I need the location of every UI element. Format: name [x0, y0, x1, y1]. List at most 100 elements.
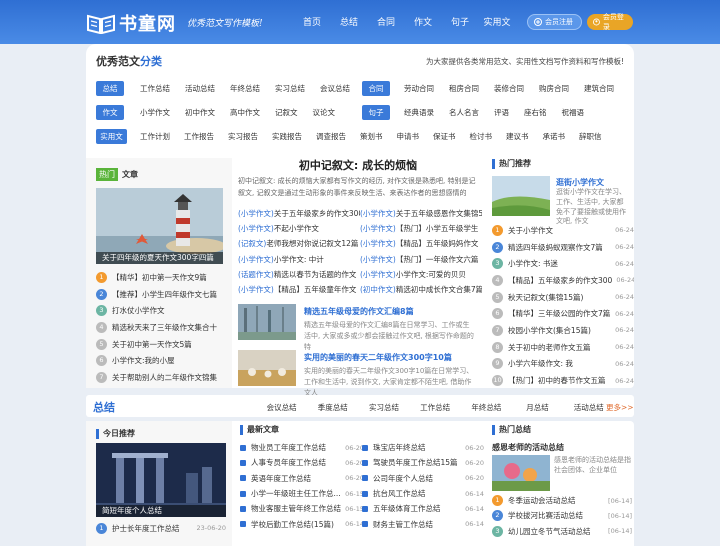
list-item[interactable]: 6 【精华】三年级公园的作文7篇 06-24	[492, 305, 634, 322]
flower-image[interactable]	[492, 455, 550, 491]
link-purchase-contract[interactable]: 购房合同	[539, 83, 569, 94]
nav-summary[interactable]: 总结	[329, 15, 369, 28]
article-title[interactable]: 实用的美丽的春天二年级作文300字10篇	[304, 352, 452, 363]
tag-practical[interactable]: 实用文	[96, 128, 127, 144]
link-year-end-summary[interactable]: 年终总结	[230, 83, 260, 94]
list-item[interactable]: 英语年度工作总结 06-20	[240, 471, 364, 486]
more-link[interactable]: 更多>>	[606, 402, 634, 413]
list-item[interactable]: 2 学校拔河比赛活动总结 [06-14]	[492, 508, 632, 523]
recommend-top-title[interactable]: 逛街小学作文	[556, 177, 604, 188]
link-commitment[interactable]: 承诺书	[543, 131, 566, 142]
register-button[interactable]: 会员注册	[527, 14, 582, 30]
field-image[interactable]	[238, 350, 296, 386]
list-item[interactable]: 2 精选四年级蚂蚁观察作文7篇 06-24	[492, 239, 634, 256]
site-logo[interactable]: 书童网	[86, 10, 176, 36]
link-motto[interactable]: 座右铭	[524, 107, 547, 118]
featured-link[interactable]: (小学作文) 【热门】一年级作文六篇	[360, 254, 482, 265]
featured-link[interactable]: (小学作文) 不起小学作文	[238, 223, 360, 234]
list-item[interactable]: 学校后勤工作总结(15篇) 06-14	[240, 516, 364, 531]
tag-essay[interactable]: 作文	[96, 104, 124, 120]
featured-link[interactable]: (小学作文) 【精品】五年级妈妈作文	[360, 238, 482, 249]
list-item[interactable]: 7 校园小学作文(集合15篇) 06-24	[492, 322, 634, 339]
link-decoration-contract[interactable]: 装修合同	[494, 83, 524, 94]
link-classic-quotes[interactable]: 经典语录	[404, 107, 434, 118]
featured-link[interactable]: (记叙文) 老师我想对你说记叙文12篇	[238, 238, 360, 249]
tag-summary[interactable]: 总结	[96, 80, 124, 96]
link-internship-report[interactable]: 实习报告	[228, 131, 258, 142]
link-plan-book[interactable]: 策划书	[360, 131, 383, 142]
lighthouse-image-caption[interactable]: 关于四年级的夏天作文300字四篇	[96, 252, 223, 264]
featured-link[interactable]: (小学作文) 小学作文:可爱的贝贝	[360, 269, 482, 280]
list-item[interactable]: 驾驶员年度工作总结15篇 06-20	[362, 455, 484, 470]
link-self-criticism[interactable]: 检讨书	[470, 131, 493, 142]
list-item[interactable]: 2 【推荐】小学生四年级作文七篇	[96, 286, 226, 303]
list-item[interactable]: 1 【精华】初中第一天作文9篇	[96, 269, 226, 286]
street-image[interactable]	[492, 176, 550, 216]
link-primary-essay[interactable]: 小学作文	[140, 107, 170, 118]
list-item[interactable]: 5 关于初中第一天作文5篇	[96, 336, 226, 353]
nav-contract[interactable]: 合同	[366, 15, 406, 28]
link-junior-essay[interactable]: 初中作文	[185, 107, 215, 118]
list-item[interactable]: 物业客服主管年终工作总结 06-15	[240, 501, 364, 516]
login-button[interactable]: 会员登录	[587, 13, 633, 31]
list-item[interactable]: 3 打水仗小学作文	[96, 302, 226, 319]
list-item[interactable]: 公司年度个人总结 06-20	[362, 471, 484, 486]
list-item[interactable]: 珠宝店年终总结 06-20	[362, 440, 484, 455]
link-meeting-summary[interactable]: 会议总结	[320, 83, 350, 94]
link-blessings[interactable]: 祝福语	[562, 107, 585, 118]
list-item[interactable]: 3 幼儿园立冬节气活动总结 [06-14]	[492, 524, 632, 539]
summary-link[interactable]: 月总结	[512, 402, 563, 413]
list-item[interactable]: 人事专员年度工作总结 06-20	[240, 455, 364, 470]
link-rent-contract[interactable]: 租房合同	[449, 83, 479, 94]
link-activity-summary[interactable]: 活动总结	[185, 83, 215, 94]
featured-link[interactable]: (小学作文) 关于五年级家乡的作文300	[238, 208, 360, 219]
summary-link[interactable]: 年终总结	[461, 402, 512, 413]
featured-link[interactable]: (初中作文) 精选初中成长作文合集7篇	[360, 284, 482, 295]
list-item[interactable]: 小学一年级班主任工作总... 06-15	[240, 486, 364, 501]
summary-link[interactable]: 会议总结	[256, 402, 307, 413]
link-senior-essay[interactable]: 高中作文	[230, 107, 260, 118]
link-proposal[interactable]: 建议书	[506, 131, 529, 142]
featured-link[interactable]: (小学作文) 小学作文: 中计	[238, 254, 360, 265]
featured-link[interactable]: (小学作文) 【精品】五年级童年作文	[238, 284, 360, 295]
list-item[interactable]: 1 护士长年度工作总结 23-06-20	[96, 520, 226, 537]
list-item[interactable]: 4 【精品】五年级家乡的作文300 06-24	[492, 272, 634, 289]
hot-summary-top-title[interactable]: 感恩老师的活动总结	[492, 442, 564, 453]
link-resignation[interactable]: 辞职信	[579, 131, 602, 142]
nav-essay[interactable]: 作文	[403, 15, 443, 28]
list-item[interactable]: 10 【热门】初中的春节作文五篇 06-24	[492, 372, 634, 389]
link-argumentative[interactable]: 议论文	[313, 107, 336, 118]
list-item[interactable]: 抗台风工作总结 06-14	[362, 486, 484, 501]
featured-link[interactable]: (小学作文) 关于五年级感恩作文集锦5	[360, 208, 482, 219]
link-famous-quotes[interactable]: 名人名言	[449, 107, 479, 118]
nav-practical[interactable]: 实用文	[477, 15, 517, 28]
list-item[interactable]: 9 小学六年级作文: 我 06-24	[492, 356, 634, 373]
forest-image[interactable]	[238, 304, 296, 340]
featured-link[interactable]: (话题作文) 精选以春节为话题的作文	[238, 269, 360, 280]
link-work-summary[interactable]: 工作总结	[140, 83, 170, 94]
list-item[interactable]: 财务主管工作总结 06-14	[362, 516, 484, 531]
link-work-plan[interactable]: 工作计划	[140, 131, 170, 142]
list-item[interactable]: 物业员工年度工作总结 06-20	[240, 440, 364, 455]
list-item[interactable]: 5 秋天记叙文(集锦15篇) 06-24	[492, 289, 634, 306]
link-application[interactable]: 申请书	[397, 131, 420, 142]
link-comments[interactable]: 评语	[494, 107, 509, 118]
link-work-report[interactable]: 工作报告	[184, 131, 214, 142]
summary-link[interactable]: 实习总结	[358, 402, 409, 413]
summary-section-title[interactable]: 总结	[93, 399, 115, 415]
list-item[interactable]: 6 小学作文:我的小屋	[96, 352, 226, 369]
link-guarantee[interactable]: 保证书	[433, 131, 456, 142]
link-narrative[interactable]: 记叙文	[275, 107, 298, 118]
tag-sentence[interactable]: 句子	[362, 104, 390, 120]
tag-contract[interactable]: 合同	[362, 80, 390, 96]
list-item[interactable]: 8 关于初中的老师作文五篇 06-24	[492, 339, 634, 356]
featured-title[interactable]: 初中记叙文: 成长的烦恼	[238, 157, 478, 173]
link-labor-contract[interactable]: 劳动合同	[404, 83, 434, 94]
summary-link[interactable]: 工作总结	[410, 402, 461, 413]
nav-home[interactable]: 首页	[292, 15, 332, 28]
link-survey-report[interactable]: 调查报告	[316, 131, 346, 142]
city-image-caption[interactable]: 简短年度个人总结	[96, 505, 226, 517]
list-item[interactable]: 3 小学作文: 书迷 06-24	[492, 255, 634, 272]
nav-sentence[interactable]: 句子	[440, 15, 480, 28]
link-building-contract[interactable]: 建筑合同	[584, 83, 614, 94]
